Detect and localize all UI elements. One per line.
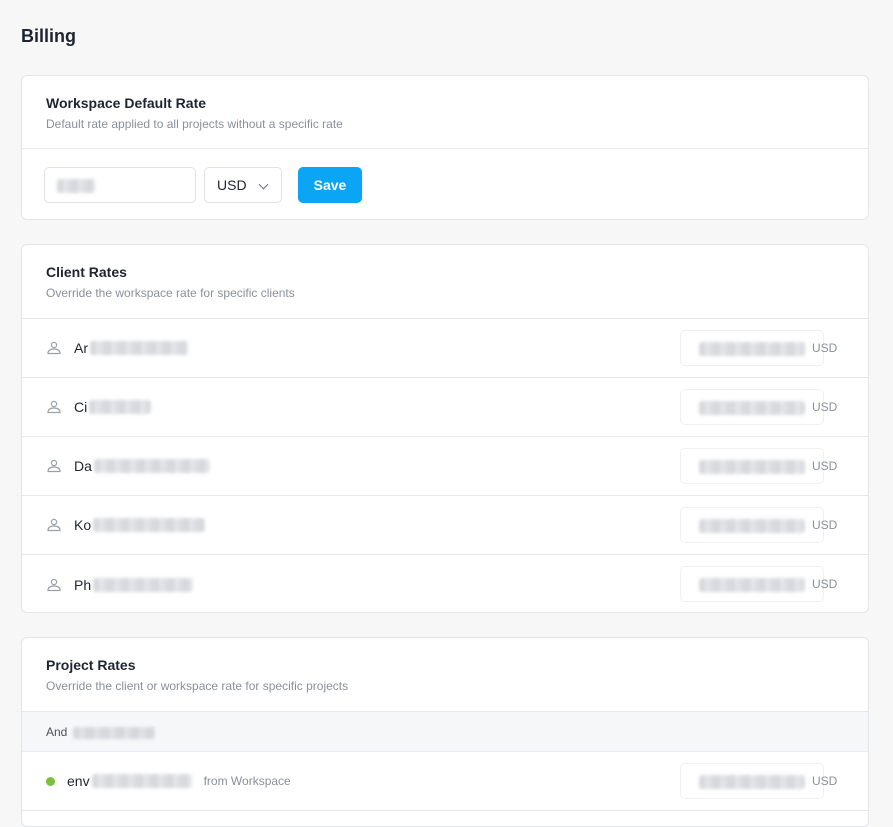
project-row: env from Workspace USD — [22, 752, 868, 811]
redacted-name — [93, 518, 206, 532]
client-rate-input[interactable] — [680, 389, 824, 425]
redacted-value — [699, 578, 805, 592]
redacted-name — [90, 341, 188, 355]
client-row: Ph USD — [22, 555, 868, 612]
workspace-default-rate-card: Workspace Default Rate Default rate appl… — [21, 75, 869, 220]
currency-select[interactable]: USD — [204, 167, 282, 203]
client-name: Ar — [74, 340, 88, 356]
client-name: Da — [74, 458, 92, 474]
client-rate-input[interactable] — [680, 448, 824, 484]
client-name: Ko — [74, 517, 92, 533]
client-icon — [47, 341, 61, 355]
redacted-value — [57, 179, 95, 194]
redacted-value — [699, 775, 805, 789]
client-rate-input[interactable] — [680, 566, 824, 602]
save-button[interactable]: Save — [298, 167, 362, 203]
client-row: Da USD — [22, 437, 868, 496]
card-subtitle: Override the client or workspace rate fo… — [46, 679, 349, 693]
card-header: Workspace Default Rate Default rate appl… — [22, 76, 868, 149]
project-currency: USD — [812, 774, 838, 788]
redacted-value — [699, 401, 805, 415]
card-title: Workspace Default Rate — [46, 95, 207, 111]
client-row: Ko USD — [22, 496, 868, 555]
card-title: Project Rates — [46, 657, 136, 673]
default-rate-input[interactable] — [44, 167, 196, 203]
redacted-value — [699, 342, 805, 356]
rate-source: from Workspace — [203, 774, 291, 788]
client-currency: USD — [812, 518, 838, 532]
client-icon — [47, 400, 61, 414]
client-icon — [47, 518, 61, 532]
client-icon — [47, 459, 61, 473]
redacted-name — [89, 400, 152, 414]
client-currency: USD — [812, 341, 838, 355]
client-rates-card: Client Rates Override the workspace rate… — [21, 244, 869, 613]
card-header: Client Rates Override the workspace rate… — [22, 245, 868, 319]
card-subtitle: Default rate applied to all projects wit… — [46, 117, 343, 131]
client-name: Ci — [74, 399, 88, 415]
client-row: Ar USD — [22, 319, 868, 378]
redacted-name — [91, 774, 192, 788]
project-status-dot — [46, 776, 55, 786]
card-subtitle: Override the workspace rate for specific… — [46, 286, 295, 300]
project-group-header: And — [22, 712, 868, 752]
card-title: Client Rates — [46, 264, 127, 280]
currency-select-value: USD — [217, 177, 247, 193]
client-currency: USD — [812, 577, 838, 591]
client-icon — [47, 578, 61, 591]
chevron-down-icon — [258, 179, 269, 190]
client-row: Ci USD — [22, 378, 868, 437]
client-rate-input[interactable] — [680, 330, 824, 366]
redacted-name — [93, 459, 210, 473]
client-rate-input[interactable] — [680, 507, 824, 543]
project-rates-card: Project Rates Override the client or wor… — [21, 637, 869, 827]
group-client-name: And — [46, 725, 68, 739]
client-name: Ph — [74, 576, 92, 593]
project-rate-input[interactable] — [680, 763, 824, 799]
redacted-value — [699, 460, 805, 474]
redacted-name — [72, 726, 155, 739]
client-currency: USD — [812, 400, 838, 414]
page-title: Billing — [21, 26, 76, 46]
card-header: Project Rates Override the client or wor… — [22, 638, 868, 712]
redacted-name — [93, 577, 194, 592]
project-name: env — [67, 773, 90, 789]
client-currency: USD — [812, 459, 838, 473]
redacted-value — [699, 519, 805, 533]
